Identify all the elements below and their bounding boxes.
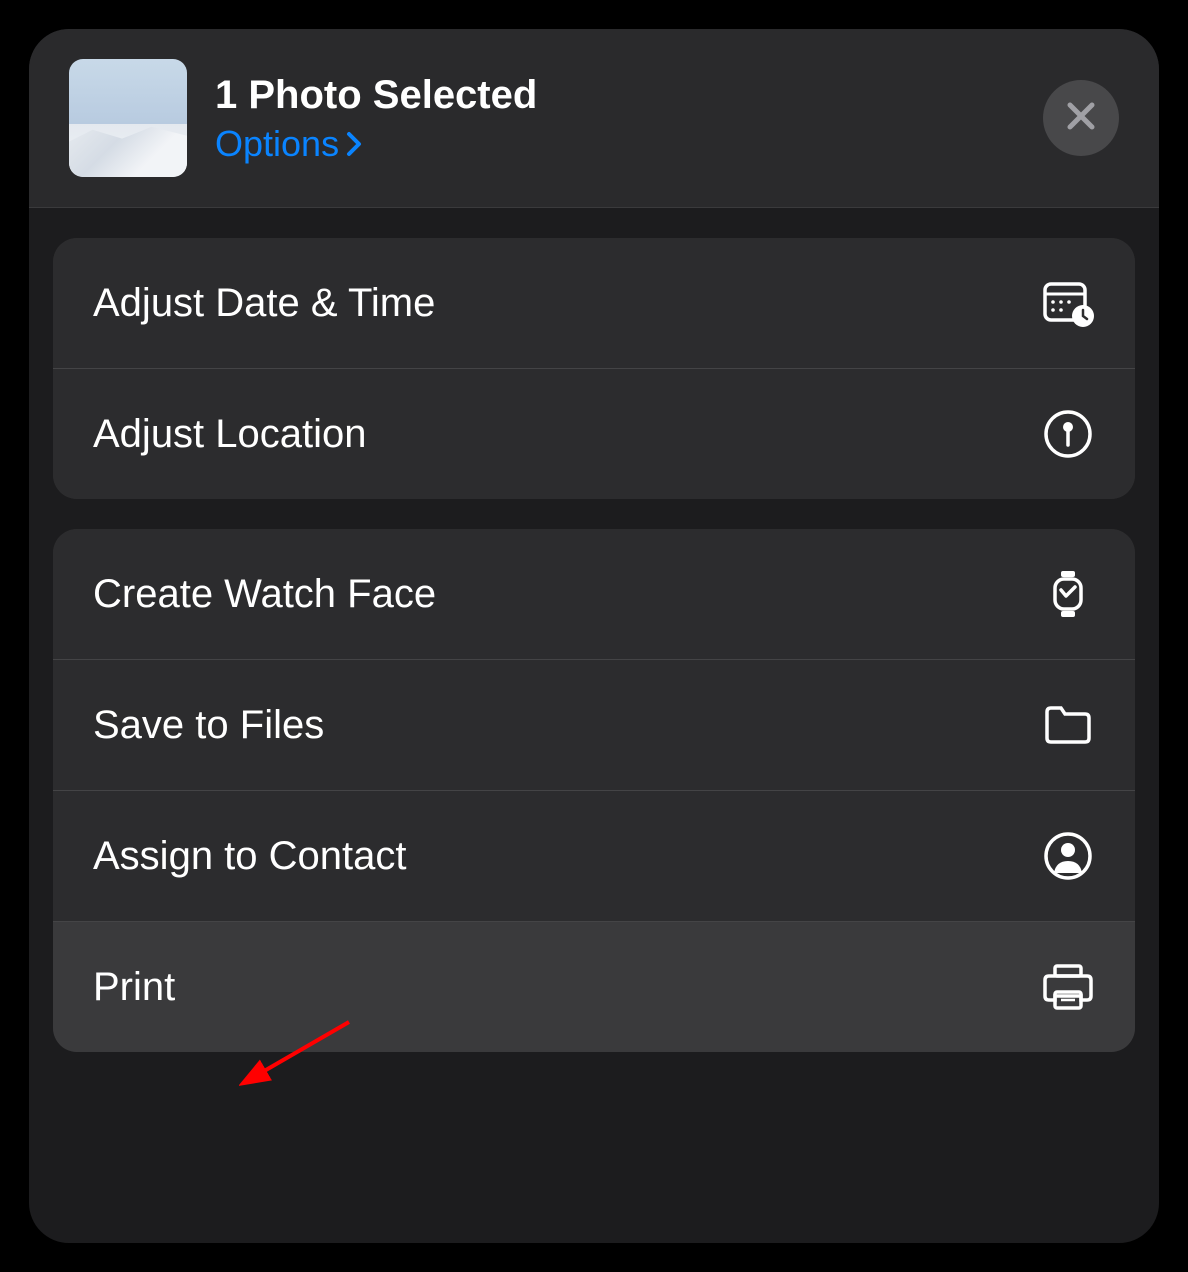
folder-icon: [1041, 698, 1095, 752]
adjust-date-time-row[interactable]: Adjust Date & Time: [53, 238, 1135, 368]
printer-icon: [1041, 960, 1095, 1014]
close-button[interactable]: [1043, 80, 1119, 156]
header-text-block: 1 Photo Selected Options: [215, 71, 537, 165]
close-icon: [1064, 99, 1098, 138]
options-link[interactable]: Options: [215, 123, 537, 165]
row-label: Create Watch Face: [93, 572, 436, 617]
location-pin-icon: [1041, 407, 1095, 461]
photo-thumbnail: [69, 59, 187, 177]
chevron-right-icon: [345, 130, 365, 158]
action-group: Create Watch Face Save to Files: [53, 529, 1135, 1052]
row-label: Adjust Location: [93, 412, 367, 457]
options-label: Options: [215, 123, 339, 165]
save-to-files-row[interactable]: Save to Files: [53, 659, 1135, 790]
row-label: Save to Files: [93, 703, 324, 748]
print-row[interactable]: Print: [53, 921, 1135, 1052]
row-label: Adjust Date & Time: [93, 281, 435, 326]
share-sheet-window: 1 Photo Selected Options Adjust Date &: [29, 29, 1159, 1243]
action-list: Adjust Date & Time Ad: [29, 238, 1159, 1052]
action-group: Adjust Date & Time Ad: [53, 238, 1135, 499]
assign-to-contact-row[interactable]: Assign to Contact: [53, 790, 1135, 921]
row-label: Assign to Contact: [93, 834, 407, 879]
create-watch-face-row[interactable]: Create Watch Face: [53, 529, 1135, 659]
contact-icon: [1041, 829, 1095, 883]
row-label: Print: [93, 965, 175, 1010]
selection-title: 1 Photo Selected: [215, 71, 537, 119]
adjust-location-row[interactable]: Adjust Location: [53, 368, 1135, 499]
watch-icon: [1041, 567, 1095, 621]
share-sheet-header: 1 Photo Selected Options: [29, 29, 1159, 208]
calendar-clock-icon: [1041, 276, 1095, 330]
